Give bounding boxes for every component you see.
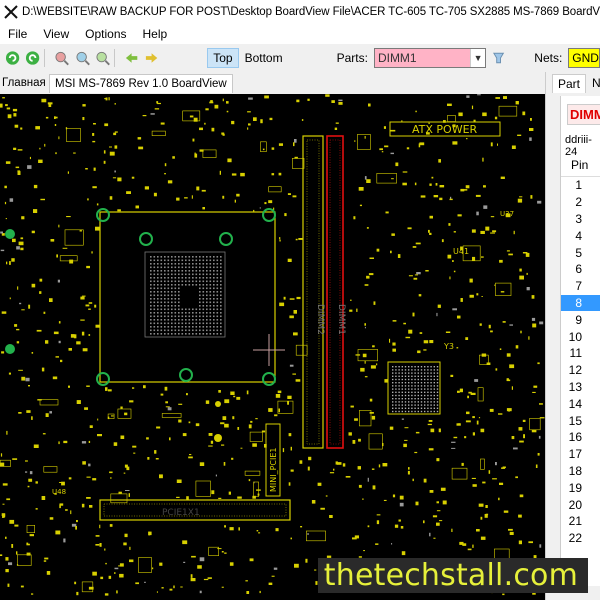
document-tabs: Главная MSI MS-7869 Rev 1.0 BoardView	[0, 72, 545, 94]
pin-column-header[interactable]: Pin	[561, 154, 600, 177]
board-canvas[interactable]: DIMM2 DIMM1 ATX POWER Y3 U41 U37 U48 MIN…	[0, 94, 545, 600]
dimm1-pins	[329, 139, 341, 445]
u37-label: U37	[500, 210, 514, 218]
pin-rows: 1 2 3 4 5 6 7 8 9 10 11 12 13 14 15 16 17 18 19 20 21 22	[561, 177, 600, 547]
title-bar: D:\WEBSITE\RAW BACKUP FOR POST\Desktop B…	[0, 0, 600, 24]
parts-combobox[interactable]: DIMM1 ▼	[373, 48, 487, 68]
nets-combobox[interactable]: GND	[568, 48, 600, 68]
app-icon	[4, 5, 18, 19]
chipset-pin-grid	[392, 366, 439, 413]
menu-bar: File View Options Help	[0, 24, 600, 44]
pin-row[interactable]: 1	[561, 177, 600, 194]
pin-row[interactable]: 11	[561, 345, 600, 362]
via	[214, 434, 222, 442]
tab-part[interactable]: Part	[552, 74, 587, 93]
bottom-side-button[interactable]: Bottom	[245, 51, 283, 65]
window-title: D:\WEBSITE\RAW BACKUP FOR POST\Desktop B…	[22, 6, 600, 18]
pin-row[interactable]: 4	[561, 227, 600, 244]
mount-hole	[179, 368, 193, 382]
part-name: DIMM	[567, 104, 600, 125]
dimm2-slot[interactable]	[302, 135, 324, 449]
via	[5, 229, 15, 239]
mount-hole	[139, 232, 153, 246]
y3-label: Y3	[443, 342, 454, 351]
via	[215, 401, 221, 407]
zoom-out-icon[interactable]	[75, 50, 90, 66]
nets-value: GND	[572, 51, 599, 65]
tab-boardview[interactable]: MSI MS-7869 Rev 1.0 BoardView	[49, 74, 233, 93]
arrow-right-icon[interactable]	[144, 50, 159, 66]
pin-row[interactable]: 22	[561, 530, 600, 547]
right-panel: Part N DIMM ddriii-24 Pin 1 2 3 4 5 6 7 8 9 10 11 1…	[545, 72, 600, 600]
toolbar-separator	[44, 49, 46, 67]
pin-row[interactable]: 9	[561, 311, 600, 328]
mini-pcie-label: MINI_PCIE1	[269, 447, 278, 492]
via	[5, 344, 15, 354]
pin-row[interactable]: 20	[561, 496, 600, 513]
dimm1-label: DIMM1	[336, 304, 346, 335]
chevron-down-icon[interactable]: ▼	[470, 49, 486, 67]
pin-row[interactable]: 10	[561, 328, 600, 345]
pin-row[interactable]: 3	[561, 211, 600, 228]
menu-help[interactable]: Help	[135, 27, 176, 41]
cpu-pin-grid	[150, 256, 222, 335]
parts-value: DIMM1	[377, 51, 417, 65]
rotate-left-icon[interactable]	[5, 50, 20, 66]
u48-label: U48	[52, 488, 66, 496]
toolbar-separator	[113, 49, 115, 67]
mount-hole	[96, 372, 110, 386]
pcie-label: PCIE1X1	[162, 508, 200, 518]
menu-options[interactable]: Options	[77, 27, 134, 41]
nets-label: Nets:	[534, 51, 563, 65]
pin-row[interactable]: 19	[561, 479, 600, 496]
mount-hole	[262, 372, 276, 386]
pin-row[interactable]: 17	[561, 446, 600, 463]
tab-main[interactable]: Главная	[2, 74, 46, 92]
watermark: thetechstall.com	[0, 558, 600, 593]
pin-row[interactable]: 15	[561, 412, 600, 429]
rotate-right-icon[interactable]	[25, 50, 40, 66]
dimm1-slot-highlighted[interactable]	[326, 135, 344, 449]
part-info-box: DIMM ddriii-24 Pin 1 2 3 4 5 6 7 8 9 10 11 12 13 14 15…	[560, 96, 600, 586]
pin-row[interactable]: 21	[561, 513, 600, 530]
pin-row[interactable]: 12	[561, 362, 600, 379]
toolbar: Top Bottom Parts: DIMM1 ▼ Nets: GND	[0, 44, 600, 72]
pin-row[interactable]: 8	[561, 294, 600, 312]
zoom-in-icon[interactable]	[54, 50, 70, 66]
dimm2-label: DIMM2	[315, 304, 325, 335]
crosshair-cursor	[253, 334, 285, 366]
watermark-text: thetechstall.com	[317, 558, 588, 593]
arrow-left-icon[interactable]	[124, 50, 139, 66]
cpu-socket-outline[interactable]	[99, 211, 276, 383]
mount-hole	[96, 208, 110, 222]
pin-row[interactable]: 6	[561, 261, 600, 278]
pin-table[interactable]: Pin 1 2 3 4 5 6 7 8 9 10 11 12 13 14 15 16 17 18 19 20 21 22	[561, 154, 600, 547]
top-side-button[interactable]: Top	[207, 48, 239, 68]
zoom-fit-icon[interactable]	[95, 50, 110, 66]
atx-power-label: ATX POWER	[412, 123, 478, 136]
pin-row[interactable]: 14	[561, 395, 600, 412]
parts-label: Parts:	[336, 51, 368, 65]
pin-row[interactable]: 2	[561, 194, 600, 211]
dimm2-pins	[306, 139, 320, 445]
pin-row[interactable]: 5	[561, 244, 600, 261]
pin-row[interactable]: 7	[561, 278, 600, 295]
mount-hole	[262, 208, 276, 222]
board-view[interactable]: DIMM2 DIMM1 ATX POWER Y3 U41 U37 U48 MIN…	[0, 94, 545, 600]
menu-file[interactable]: File	[0, 27, 35, 41]
pin-row[interactable]: 13	[561, 379, 600, 396]
find-part-icon[interactable]	[491, 50, 506, 66]
u41-label: U41	[453, 247, 469, 256]
pin-row[interactable]: 16	[561, 429, 600, 446]
menu-view[interactable]: View	[35, 27, 77, 41]
mount-hole	[219, 232, 233, 246]
pin-row[interactable]: 18	[561, 463, 600, 480]
tab-nets[interactable]: N	[592, 76, 600, 90]
